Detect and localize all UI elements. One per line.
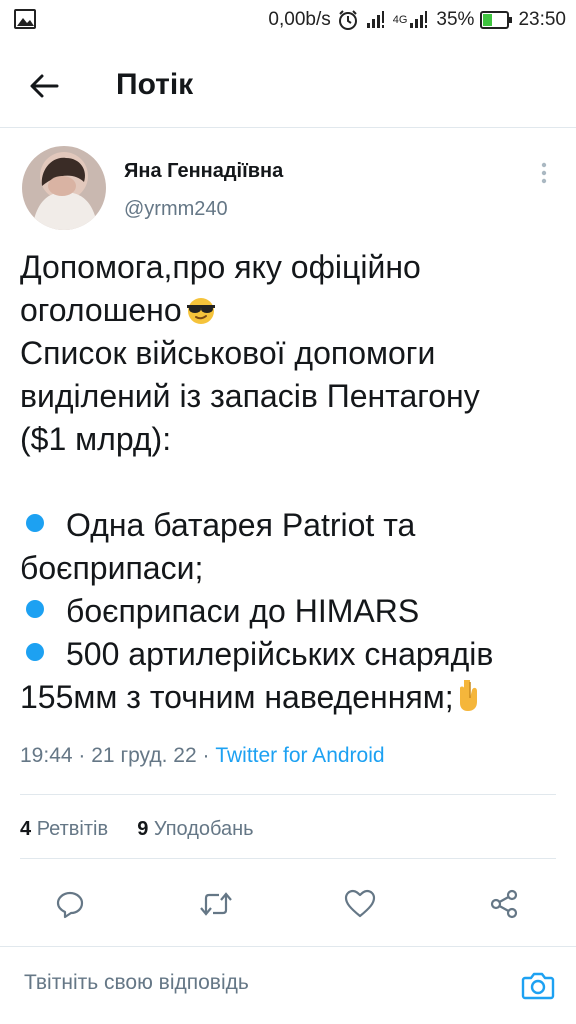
reply-input[interactable]: Твітніть свою відповідь bbox=[24, 971, 249, 995]
camera-icon bbox=[521, 972, 555, 1000]
share-icon bbox=[490, 889, 518, 919]
tweet-line: боєприпаси до HIMARS bbox=[20, 590, 565, 633]
tweet-time: 19:44 bbox=[20, 744, 73, 767]
gallery-icon bbox=[14, 9, 36, 29]
tweet-meta: 19:44 · 21 груд. 22 · Twitter for Androi… bbox=[20, 744, 385, 768]
tweet-line: 500 артилерійських снарядів bbox=[20, 633, 565, 676]
battery-percent: 35% bbox=[436, 9, 475, 30]
retweets-stat[interactable]: 4 Ретвітів bbox=[20, 818, 108, 840]
tweet-stats: 4 Ретвітів 9 Уподобань bbox=[20, 818, 254, 841]
tweet-line: ($1 млрд): bbox=[20, 421, 172, 457]
net-speed: 0,00b/s bbox=[268, 9, 331, 30]
tweet-text: Допомога,про яку офіційно оголошено Спис… bbox=[20, 246, 565, 719]
like-icon bbox=[344, 889, 376, 918]
share-button[interactable] bbox=[484, 884, 524, 924]
tweet-line: Одна батарея Patriot та bbox=[20, 504, 565, 547]
reply-bar: Твітніть свою відповідь bbox=[0, 947, 576, 1024]
reply-icon bbox=[56, 891, 84, 919]
retweet-button[interactable] bbox=[196, 884, 236, 924]
tweet-line-empty bbox=[20, 461, 565, 504]
tweet-line: 155мм з точним наведенням; bbox=[20, 676, 565, 719]
more-vertical-icon bbox=[541, 162, 547, 184]
tweet-line: виділений із запасів Пентагону bbox=[20, 378, 480, 414]
avatar[interactable] bbox=[22, 146, 106, 230]
tweet-line: Список військової допомоги bbox=[20, 335, 436, 371]
divider bbox=[0, 127, 576, 128]
status-time: 23:50 bbox=[518, 9, 566, 30]
point-down-emoji bbox=[456, 678, 484, 723]
tweet-line: оголошено bbox=[20, 289, 565, 332]
alarm-icon bbox=[337, 9, 359, 31]
reply-button[interactable] bbox=[50, 884, 90, 924]
sunglasses-emoji bbox=[184, 293, 218, 336]
bullet-icon bbox=[26, 514, 44, 532]
tweet-line: боєприпаси; bbox=[20, 550, 204, 586]
separator: · bbox=[202, 744, 210, 767]
more-options-button[interactable] bbox=[532, 158, 556, 188]
battery-icon bbox=[480, 11, 513, 29]
camera-button[interactable] bbox=[518, 965, 558, 1005]
status-bar: 0,00b/s 4G 35% 23:50 bbox=[0, 0, 576, 40]
divider bbox=[20, 858, 556, 859]
author-handle[interactable]: @yrmm240 bbox=[124, 198, 228, 221]
tweet-date: 21 груд. 22 bbox=[91, 744, 197, 767]
app-bar: Потік bbox=[0, 56, 576, 114]
retweet-icon bbox=[200, 892, 232, 916]
tweet-line: Допомога,про яку офіційно bbox=[20, 249, 421, 285]
action-bar bbox=[0, 880, 576, 928]
author-name[interactable]: Яна Геннадіївна bbox=[124, 160, 283, 183]
bullet-icon bbox=[26, 600, 44, 618]
arrow-left-icon bbox=[30, 74, 59, 98]
likes-stat[interactable]: 9 Уподобань bbox=[137, 818, 253, 840]
tweet-source-link[interactable]: Twitter for Android bbox=[215, 744, 384, 767]
separator: · bbox=[78, 744, 86, 767]
page-title: Потік bbox=[116, 68, 194, 101]
bullet-icon bbox=[26, 643, 44, 661]
signal-icon bbox=[365, 10, 387, 30]
network-type: 4G bbox=[393, 10, 431, 30]
divider bbox=[20, 794, 556, 795]
like-button[interactable] bbox=[340, 884, 380, 924]
back-button[interactable] bbox=[24, 66, 64, 106]
